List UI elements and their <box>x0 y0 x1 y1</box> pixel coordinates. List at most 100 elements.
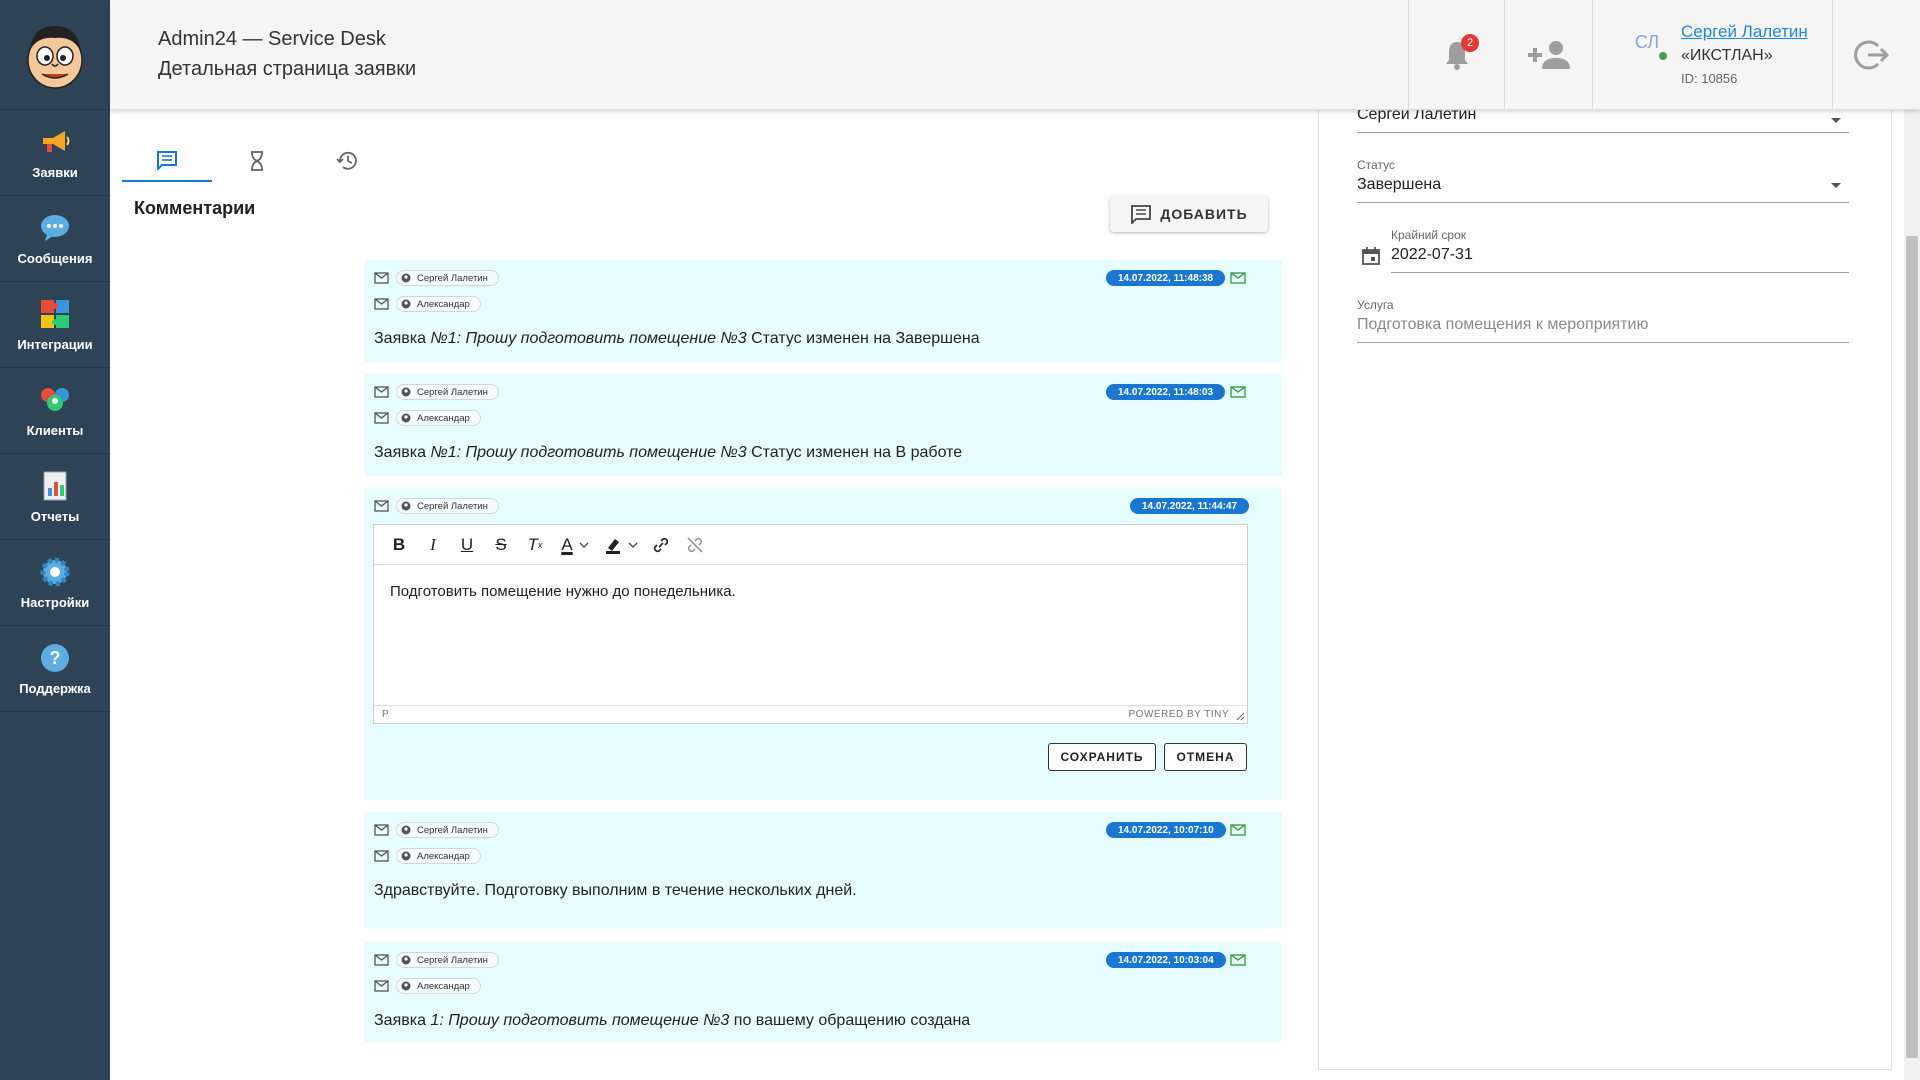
deadline-field[interactable]: Крайний срок 2022-07-31 <box>1391 228 1849 273</box>
add-comment-label: ДОБАВИТЬ <box>1160 206 1248 222</box>
author-name: Сергей Лалетин <box>417 954 488 966</box>
user-name-link[interactable]: Сергей Лалетин <box>1681 22 1808 42</box>
add-person-icon <box>1527 41 1570 69</box>
envelope-out-icon <box>374 272 389 284</box>
sidebar-item-integrations[interactable]: Интеграции <box>0 282 110 368</box>
deadline-value: 2022-07-31 <box>1391 246 1473 263</box>
recipient-chip: Александар <box>396 978 481 994</box>
notification-badge: 2 <box>1461 34 1479 52</box>
app-logo[interactable] <box>0 0 110 110</box>
comment-from-row: Сергей Лалетин <box>374 952 499 968</box>
users-icon <box>38 383 72 417</box>
add-comment-button[interactable]: ДОБАВИТЬ <box>1110 196 1268 232</box>
text-color-button[interactable]: A <box>552 529 598 561</box>
author-name: Сергей Лалетин <box>417 272 488 284</box>
sidebar-item-tickets[interactable]: Заявки <box>0 110 110 196</box>
sidebar-item-label: Интеграции <box>17 337 93 352</box>
sidebar-item-reports[interactable]: Отчеты <box>0 454 110 540</box>
chat-icon <box>38 211 72 245</box>
help-icon: ? <box>38 641 72 675</box>
comment-card: Сергей Лалетин Александар 14.07.2022, 10… <box>364 812 1282 928</box>
logout-icon <box>1853 40 1889 70</box>
author-name: Сергей Лалетин <box>417 386 488 398</box>
sidebar-item-label: Поддержка <box>19 681 91 696</box>
logout-button[interactable] <box>1832 0 1910 110</box>
editor-statusbar: P POWERED BY TINY <box>374 705 1247 723</box>
report-icon <box>38 469 72 503</box>
person-icon <box>401 387 411 397</box>
resize-handle-icon[interactable] <box>1235 711 1245 721</box>
person-icon <box>401 273 411 283</box>
comment-to-row: Александар <box>374 978 481 994</box>
envelope-in-icon <box>374 980 389 992</box>
author-chip: Сергей Лалетин <box>396 498 499 514</box>
page-title: Детальная страница заявки <box>158 58 417 80</box>
add-user-button[interactable] <box>1504 0 1592 110</box>
chevron-down-icon <box>579 542 589 548</box>
underline-button[interactable]: U <box>450 529 484 561</box>
strikethrough-button[interactable]: S <box>484 529 518 561</box>
rich-text-editor[interactable]: B I U S Tx A Подготовить помещение нужно… <box>373 524 1248 724</box>
author-chip: Сергей Лалетин <box>396 384 499 400</box>
status-value: Завершена <box>1357 176 1442 193</box>
sent-mail-icon <box>1230 272 1246 284</box>
save-button[interactable]: СОХРАНИТЬ <box>1048 743 1156 771</box>
status-select[interactable]: Статус Завершена <box>1357 158 1849 203</box>
user-org: «ИКСТЛАН» <box>1681 47 1773 64</box>
sent-mail-icon <box>1230 954 1246 966</box>
tab-time[interactable] <box>212 140 302 182</box>
sidebar-item-settings[interactable]: Настройки <box>0 540 110 626</box>
comment-timestamp: 14.07.2022, 10:07:10 <box>1106 822 1226 838</box>
highlighter-icon <box>606 538 620 554</box>
sent-mail-icon <box>1230 386 1246 398</box>
clear-format-button[interactable]: Tx <box>518 529 552 561</box>
sidebar: Заявки Сообщения Интеграции Клиенты Отче… <box>0 0 110 1080</box>
notifications-button[interactable]: 2 <box>1408 0 1504 110</box>
calendar-icon[interactable] <box>1361 246 1381 271</box>
history-icon <box>336 151 357 170</box>
comment-card: Сергей Лалетин Александар 14.07.2022, 11… <box>364 260 1282 362</box>
assignee-select[interactable]: Сергей Лалетин <box>1357 106 1849 133</box>
editor-toolbar: B I U S Tx A <box>374 525 1247 565</box>
puzzle-icon <box>38 297 72 331</box>
author-chip: Сергей Лалетин <box>396 270 499 286</box>
gear-icon <box>38 555 72 589</box>
author-name: Сергей Лалетин <box>417 500 488 512</box>
top-header: Admin24 — Service Desk Детальная страниц… <box>110 0 1920 110</box>
tab-history[interactable] <box>302 140 392 182</box>
sidebar-item-messages[interactable]: Сообщения <box>0 196 110 282</box>
envelope-out-icon <box>374 954 389 966</box>
comment-timestamp: 14.07.2022, 11:44:47 <box>1130 498 1250 514</box>
bold-button[interactable]: B <box>382 529 416 561</box>
service-label: Услуга <box>1357 298 1394 312</box>
recipient-chip: Александар <box>396 410 481 426</box>
sidebar-item-clients[interactable]: Клиенты <box>0 368 110 454</box>
envelope-in-icon <box>374 850 389 862</box>
service-field[interactable]: Услуга Подготовка помещения к мероприяти… <box>1357 298 1849 343</box>
sidebar-item-support[interactable]: ? Поддержка <box>0 626 110 712</box>
editor-content[interactable]: Подготовить помещение нужно до понедельн… <box>390 583 736 600</box>
chevron-down-icon <box>1831 118 1841 123</box>
online-status-dot <box>1659 52 1667 60</box>
link-button[interactable] <box>644 529 678 561</box>
italic-button[interactable]: I <box>416 529 450 561</box>
scrollbar-thumb[interactable] <box>1906 236 1918 1058</box>
cancel-button[interactable]: ОТМЕНА <box>1164 743 1247 771</box>
comment-text: Здравствуйте. Подготовку выполним в тече… <box>374 882 857 899</box>
chevron-down-icon <box>628 542 638 548</box>
app-title: Admin24 — Service Desk <box>158 28 386 50</box>
svg-text:?: ? <box>50 648 61 668</box>
highlight-color-button[interactable] <box>598 529 644 561</box>
sidebar-item-label: Настройки <box>20 595 90 610</box>
add-comment-icon <box>1131 205 1152 224</box>
ticket-details-panel: Сергей Лалетин Статус Завершена Крайний … <box>1318 106 1892 1070</box>
comment-text: Заявка 1: Прошу подготовить помещение №3… <box>374 1012 971 1029</box>
user-profile: СЛ Сергей Лалетин «ИКСТЛАН» ID: 10856 <box>1592 0 1832 110</box>
envelope-in-icon <box>374 298 389 310</box>
envelope-out-icon <box>374 824 389 836</box>
sidebar-item-label: Заявки <box>32 165 78 180</box>
comment-text: Заявка №1: Прошу подготовить помещение №… <box>374 444 963 461</box>
tab-comments[interactable] <box>122 140 212 182</box>
comment-timestamp: 14.07.2022, 11:48:38 <box>1106 270 1226 286</box>
unlink-button[interactable] <box>678 529 712 561</box>
